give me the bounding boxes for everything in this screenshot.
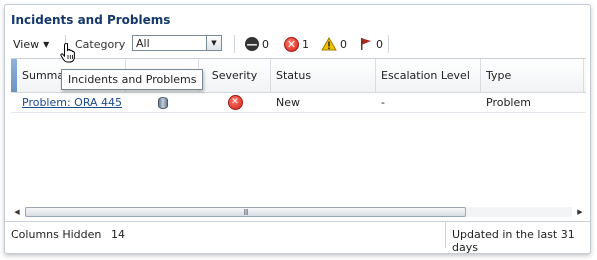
view-label: View bbox=[13, 37, 40, 51]
incidents-panel: Incidents and Problems View ▼ Category A… bbox=[4, 4, 591, 254]
scroll-grip: III bbox=[243, 207, 248, 217]
scroll-thumb[interactable]: III bbox=[25, 207, 466, 217]
table-row[interactable]: Problem: ORA 445 ✕ New - Problem 5 bbox=[11, 93, 586, 113]
category-label: Category bbox=[75, 37, 126, 51]
hand-cursor-icon bbox=[60, 43, 75, 63]
tooltip: Incidents and Problems bbox=[61, 69, 204, 90]
status-bar: Columns Hidden 14 Updated in the last 31… bbox=[5, 221, 590, 253]
escalation-cell: - bbox=[381, 96, 385, 109]
scroll-left-icon[interactable]: ◀ bbox=[11, 206, 23, 218]
columns-hidden-label: Columns Hidden bbox=[11, 228, 102, 241]
column-header-severity[interactable]: Severity bbox=[199, 59, 271, 92]
flag-count-value: 0 bbox=[376, 37, 383, 51]
flag-icon bbox=[361, 38, 371, 50]
summary-cell: Problem: ORA 445 bbox=[17, 93, 126, 112]
last-cell: 5 bbox=[584, 93, 586, 112]
severity-cell: ✕ bbox=[199, 93, 271, 112]
warning-count-value: 0 bbox=[340, 37, 347, 51]
critical-icon: ✕ bbox=[284, 36, 299, 52]
warning-count[interactable]: 0 bbox=[321, 34, 347, 54]
toolbar: View ▼ Category All ▼ — 0 ✕ 1 0 0 bbox=[11, 34, 587, 54]
fatal-count-value: 0 bbox=[262, 37, 269, 51]
columns-hidden-value: 14 bbox=[111, 228, 125, 241]
status-separator bbox=[445, 222, 446, 248]
fatal-icon: — bbox=[245, 37, 259, 51]
database-icon[interactable] bbox=[157, 96, 168, 109]
category-value: All bbox=[136, 37, 150, 50]
chevron-down-icon[interactable]: ▼ bbox=[206, 36, 221, 50]
toolbar-separator bbox=[388, 35, 389, 53]
column-header-status[interactable]: Status bbox=[271, 59, 376, 92]
toolbar-separator bbox=[234, 35, 235, 53]
target-cell bbox=[126, 93, 199, 112]
scroll-right-icon[interactable]: ▶ bbox=[574, 206, 586, 218]
critical-count-value: 1 bbox=[302, 37, 309, 51]
view-menu-button[interactable]: View ▼ bbox=[13, 34, 49, 54]
column-header-type[interactable]: Type bbox=[481, 59, 584, 92]
column-header-escalation-level[interactable]: Escalation Level bbox=[376, 59, 481, 92]
fatal-count[interactable]: — 0 bbox=[245, 34, 269, 54]
status-cell: New bbox=[276, 96, 300, 109]
category-select[interactable]: All ▼ bbox=[132, 35, 222, 51]
critical-count[interactable]: ✕ 1 bbox=[284, 34, 309, 54]
warning-icon bbox=[321, 37, 337, 51]
flag-count[interactable]: 0 bbox=[359, 34, 383, 54]
updated-text: Updated in the last 31 days bbox=[452, 228, 575, 254]
type-cell: Problem bbox=[486, 96, 531, 109]
caret-down-icon: ▼ bbox=[43, 39, 50, 49]
critical-icon: ✕ bbox=[227, 95, 243, 110]
problem-link[interactable]: Problem: ORA 445 bbox=[22, 96, 122, 109]
column-header-last[interactable]: L bbox=[584, 59, 586, 92]
horizontal-scrollbar[interactable]: ◀ III ▶ bbox=[11, 205, 586, 219]
panel-title: Incidents and Problems bbox=[11, 13, 171, 27]
